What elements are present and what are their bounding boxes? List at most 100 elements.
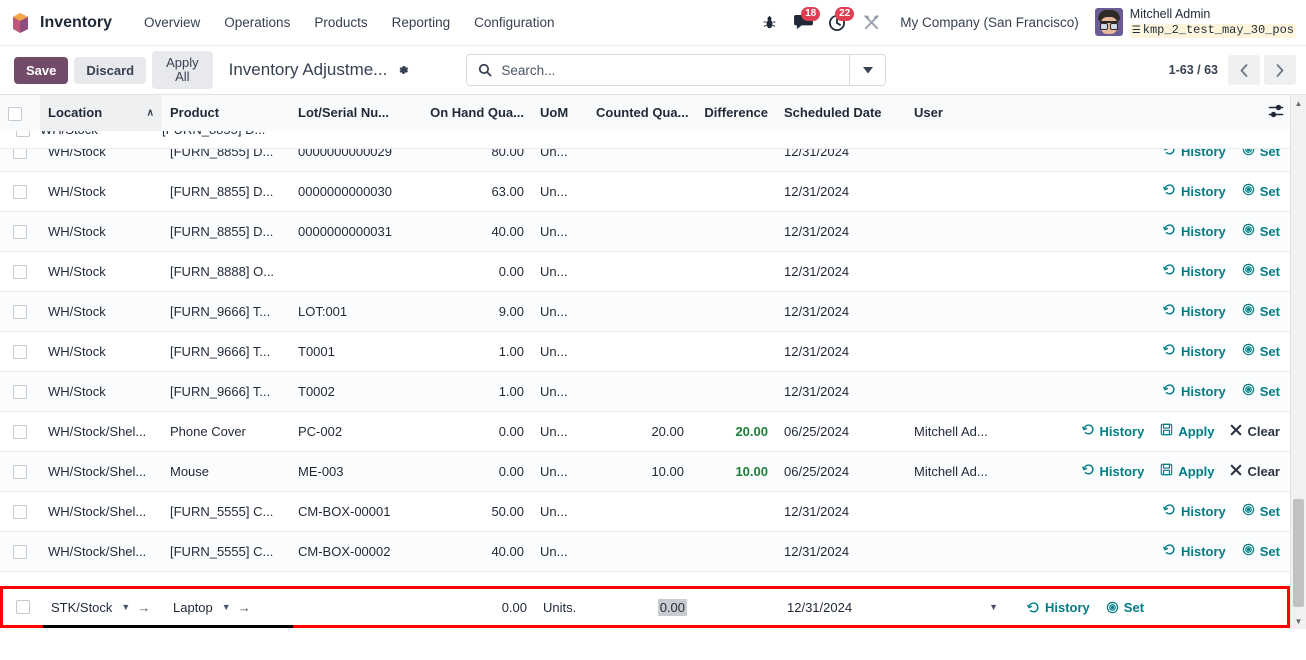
set-button[interactable]: Set (1242, 343, 1280, 359)
history-button[interactable]: History (1163, 263, 1226, 279)
cell-uom[interactable]: Un... (532, 331, 588, 372)
row-select-cell[interactable] (0, 171, 40, 212)
company-switcher[interactable]: My Company (San Francisco) (888, 15, 1091, 30)
cell-scheduled-date[interactable]: 06/25/2024 (776, 451, 906, 492)
internal-link-arrow-icon[interactable]: → (137, 600, 150, 615)
cell-counted-quantity[interactable] (588, 331, 692, 372)
edit-row-location-field[interactable]: STK/Stock ▼ → (43, 589, 165, 625)
cell-scheduled-date[interactable]: 12/31/2024 (776, 171, 906, 212)
apply-button[interactable]: Apply (1160, 463, 1214, 479)
row-select-cell[interactable] (0, 251, 40, 292)
edit-row-product-field[interactable]: Laptop ▼ → (165, 589, 293, 625)
cell-on-hand-quantity[interactable]: 1.00 (422, 371, 532, 412)
scroll-up-arrow[interactable]: ▲ (1291, 95, 1306, 111)
row-select-cell[interactable] (0, 211, 40, 252)
cell-user[interactable]: Mitchell Ad... (906, 451, 1010, 492)
cell-product[interactable]: [FURN_8855] D... (162, 171, 290, 212)
scroll-down-arrow[interactable]: ▼ (1291, 613, 1306, 629)
cell-uom[interactable]: Un... (532, 171, 588, 212)
cell-difference[interactable] (692, 491, 776, 532)
cell-counted-quantity[interactable] (588, 171, 692, 212)
edit-row-user-field[interactable]: ▼ (909, 589, 1013, 625)
cell-product[interactable]: [FURN_5555] C... (162, 491, 290, 532)
cell-on-hand-quantity[interactable]: 40.00 (422, 531, 532, 572)
cell-location[interactable]: WH/Stock/Shel... (40, 451, 162, 492)
cell-uom[interactable]: Un... (532, 291, 588, 332)
row-checkbox[interactable] (13, 464, 27, 479)
cell-uom[interactable]: Un... (532, 531, 588, 572)
row-select-cell[interactable] (0, 411, 40, 452)
search-bar[interactable] (466, 54, 887, 86)
column-header-user[interactable]: User (906, 95, 1010, 132)
column-header-uom[interactable]: UoM (532, 95, 588, 132)
table-row[interactable]: WH/Stock/Shel... [FURN_5555] C... CM-BOX-0… (0, 531, 1290, 572)
cell-uom[interactable]: Un... (532, 251, 588, 292)
cell-on-hand-quantity[interactable]: 0.00 (422, 251, 532, 292)
history-button[interactable]: History (1081, 423, 1144, 439)
cell-lot-serial[interactable]: CM-BOX-00002 (290, 531, 422, 572)
clear-button[interactable]: Clear (1230, 424, 1280, 439)
cell-location[interactable]: WH/Stock/Shel... (40, 531, 162, 572)
set-button[interactable]: Set (1242, 303, 1280, 319)
scrollbar-thumb[interactable] (1293, 499, 1304, 607)
column-header-counted-quantity[interactable]: Counted Qua... (588, 95, 692, 132)
cell-difference[interactable] (692, 331, 776, 372)
cell-product[interactable]: [FURN_9666] T... (162, 331, 290, 372)
cell-lot-serial[interactable]: 0000000000031 (290, 211, 422, 252)
set-button[interactable]: Set (1242, 223, 1280, 239)
cell-user[interactable] (906, 171, 1010, 212)
history-button[interactable]: History (1163, 503, 1226, 519)
table-row[interactable]: WH/Stock [FURN_9666] T... LOT:001 9.00 Un...… (0, 291, 1290, 332)
cell-counted-quantity[interactable]: 20.00 (588, 411, 692, 452)
set-button[interactable]: Set (1242, 263, 1280, 279)
row-checkbox[interactable] (13, 504, 27, 519)
history-button[interactable]: History (1163, 303, 1226, 319)
cell-scheduled-date[interactable]: 12/31/2024 (776, 211, 906, 252)
cell-on-hand-quantity[interactable]: 0.00 (422, 451, 532, 492)
menu-reporting[interactable]: Reporting (380, 9, 463, 36)
column-header-difference[interactable]: Difference (692, 95, 776, 132)
history-button[interactable]: History (1081, 463, 1144, 479)
page-title[interactable]: Inventory Adjustme... (229, 60, 388, 80)
cell-user[interactable] (906, 211, 1010, 252)
row-checkbox[interactable] (13, 184, 27, 199)
apply-all-button[interactable]: Apply All (152, 51, 213, 89)
set-button[interactable]: Set (1242, 543, 1280, 559)
cell-on-hand-quantity[interactable]: 63.00 (422, 171, 532, 212)
cell-location[interactable]: WH/Stock (40, 211, 162, 252)
cell-counted-quantity[interactable] (588, 491, 692, 532)
cell-location[interactable]: WH/Stock (40, 371, 162, 412)
row-checkbox[interactable] (13, 224, 27, 239)
row-select-cell[interactable] (0, 371, 40, 412)
cell-uom[interactable]: Un... (532, 491, 588, 532)
cell-uom[interactable]: Un... (532, 451, 588, 492)
avatar[interactable] (1094, 8, 1123, 37)
set-button[interactable]: Set (1242, 183, 1280, 199)
cell-user[interactable] (906, 531, 1010, 572)
cell-scheduled-date[interactable]: 12/31/2024 (776, 491, 906, 532)
cell-uom[interactable]: Un... (532, 411, 588, 452)
cell-scheduled-date[interactable]: 12/31/2024 (776, 291, 906, 332)
cell-on-hand-quantity[interactable]: 9.00 (422, 291, 532, 332)
cell-lot-serial[interactable] (290, 251, 422, 292)
table-row[interactable]: WH/Stock/Shel... Mouse ME-003 0.00 Un... 10.0… (0, 451, 1290, 492)
cell-lot-serial[interactable]: LOT:001 (290, 291, 422, 332)
cell-difference[interactable] (692, 531, 776, 572)
cell-product[interactable]: [FURN_5555] C... (162, 531, 290, 572)
cell-lot-serial[interactable]: ME-003 (290, 451, 422, 492)
editable-record-row[interactable]: STK/Stock ▼ → Laptop ▼ → 0.00 Units. 0.0… (0, 586, 1290, 628)
cell-lot-serial[interactable]: CM-BOX-00001 (290, 491, 422, 532)
history-button[interactable]: History (1027, 600, 1090, 615)
cell-scheduled-date[interactable]: 12/31/2024 (776, 331, 906, 372)
cell-product[interactable]: [FURN_8888] O... (162, 251, 290, 292)
row-select-cell[interactable] (0, 291, 40, 332)
row-checkbox[interactable] (13, 424, 27, 439)
activities-icon[interactable]: 22 (820, 6, 855, 39)
cell-user[interactable] (906, 371, 1010, 412)
table-row[interactable]: WH/Stock/Shel... [FURN_5555] C... CM-BOX-0… (0, 491, 1290, 532)
wrench-screwdriver-icon[interactable] (854, 7, 888, 39)
cell-location[interactable]: WH/Stock (40, 171, 162, 212)
pager-next-button[interactable] (1264, 55, 1296, 85)
search-input[interactable] (499, 55, 850, 85)
cell-lot-serial[interactable]: T0001 (290, 331, 422, 372)
